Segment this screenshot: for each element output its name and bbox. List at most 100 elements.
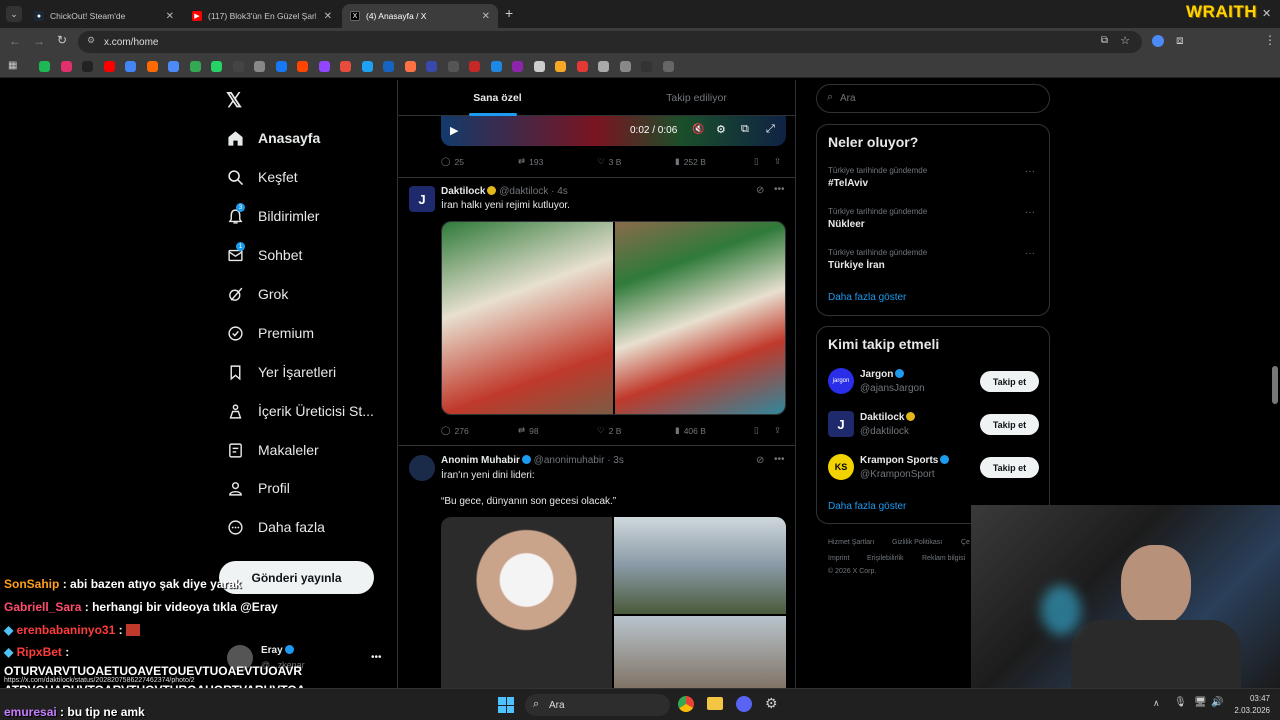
bookmark-star-icon[interactable]: ☆: [1120, 34, 1130, 47]
bookmark-favicon-icon[interactable]: [39, 61, 50, 72]
bookmark-favicon-icon[interactable]: [189, 61, 201, 72]
nav-notifications[interactable]: 3 Bildirimler: [226, 203, 319, 229]
nav-grok[interactable]: Grok: [226, 281, 288, 307]
network-icon[interactable]: 🖥: [1194, 697, 1207, 708]
bookmark-favicon-icon[interactable]: [232, 61, 244, 72]
nav-creator-studio[interactable]: İçerik Üreticisi St...: [226, 398, 374, 424]
reload-icon[interactable]: ↻: [57, 33, 67, 47]
suggestion-name[interactable]: Daktilock: [860, 412, 916, 423]
post-photo[interactable]: [442, 222, 613, 414]
bookmark-favicon-icon[interactable]: [426, 61, 437, 72]
post-button[interactable]: Gönderi yayınla: [219, 561, 374, 594]
trend-more-icon[interactable]: ···: [1025, 248, 1035, 259]
bookmark-favicon-icon[interactable]: [533, 61, 545, 72]
bookmark-favicon-icon[interactable]: [469, 61, 480, 72]
bookmark-favicon-icon[interactable]: [297, 61, 308, 72]
bookmark-favicon-icon[interactable]: [146, 61, 158, 72]
bookmark-favicon-icon[interactable]: [512, 61, 523, 72]
trend-item[interactable]: Türkiye İran: [828, 260, 885, 271]
footer-link[interactable]: Çe: [961, 539, 970, 546]
suggestion-avatar[interactable]: J: [828, 411, 854, 437]
footer-link[interactable]: Hizmet Şartları: [828, 539, 874, 546]
bookmark-favicon-icon[interactable]: [447, 61, 459, 72]
post-photo[interactable]: [614, 616, 786, 688]
post-media[interactable]: [441, 517, 786, 688]
mute-icon[interactable]: 🔇: [692, 124, 704, 135]
nav-explore[interactable]: Keşfet: [226, 164, 298, 190]
bookmark-favicon-icon[interactable]: [125, 61, 136, 72]
share-icon[interactable]: ⇪: [774, 156, 781, 167]
grok-post-icon[interactable]: ⊘: [756, 185, 764, 196]
footer-link[interactable]: Imprint: [828, 555, 849, 562]
post-more-icon[interactable]: •••: [774, 454, 785, 465]
grok-post-icon[interactable]: ⊘: [756, 455, 764, 466]
nav-premium[interactable]: Premium: [226, 320, 314, 346]
bookmark-post-icon[interactable]: ▯: [754, 425, 759, 436]
clock-date[interactable]: 2.03.2026: [1226, 706, 1270, 715]
post-avatar[interactable]: J: [409, 186, 435, 212]
site-info-icon[interactable]: ⚙: [87, 35, 95, 46]
bookmark-favicon-icon[interactable]: [168, 61, 179, 72]
post-media[interactable]: [441, 221, 786, 415]
extensions-puzzle-icon[interactable]: ⧈: [1176, 33, 1184, 48]
like-button[interactable]: ♡ 3 B: [597, 156, 621, 167]
bookmark-favicon-icon[interactable]: [555, 61, 566, 72]
tray-chevron-icon[interactable]: ∧: [1153, 698, 1160, 709]
trend-more-icon[interactable]: ···: [1025, 207, 1035, 218]
chrome-icon[interactable]: [678, 696, 694, 712]
video-player[interactable]: ▶ 0:02 / 0:06 🔇 ⚙ ⧉ ⤢: [441, 116, 786, 146]
bookmark-post-icon[interactable]: ▯: [754, 156, 759, 167]
bookmark-favicon-icon[interactable]: [103, 61, 115, 72]
forward-icon[interactable]: →: [33, 34, 45, 48]
repost-button[interactable]: ⇄ 98: [518, 425, 539, 436]
footer-link[interactable]: Erişilebilirlik: [867, 555, 904, 562]
bookmark-favicon-icon[interactable]: [254, 61, 265, 72]
follow-button[interactable]: Takip et: [980, 457, 1039, 478]
nav-articles[interactable]: Makaleler: [226, 437, 319, 463]
post-more-icon[interactable]: •••: [774, 184, 785, 195]
bookmark-favicon-icon[interactable]: [82, 61, 93, 72]
play-icon[interactable]: ▶: [450, 124, 458, 137]
tab-search-button[interactable]: ⌄: [6, 6, 22, 22]
new-tab-icon[interactable]: +: [505, 5, 513, 21]
back-icon[interactable]: ←: [9, 34, 21, 48]
follow-button[interactable]: Takip et: [980, 371, 1039, 392]
who-to-follow-show-more[interactable]: Daha fazla göster: [828, 501, 906, 512]
nav-chat[interactable]: 1 Sohbet: [226, 242, 302, 268]
volume-icon[interactable]: 🔊: [1211, 697, 1223, 708]
reply-button[interactable]: ◯ 25: [441, 156, 464, 167]
bookmark-favicon-icon[interactable]: [318, 61, 330, 72]
footer-link[interactable]: Gizlilik Politikası: [892, 539, 942, 546]
views-button[interactable]: ▮ 406 B: [675, 425, 706, 436]
microphone-icon[interactable]: 🎙: [1174, 697, 1187, 708]
footer-link[interactable]: Reklam bilgisi: [922, 555, 965, 562]
bookmark-favicon-icon[interactable]: [383, 61, 394, 72]
clock-time[interactable]: 03:47: [1236, 694, 1270, 703]
nav-profile[interactable]: Profil: [226, 475, 290, 501]
page-scrollbar[interactable]: [1272, 366, 1278, 404]
post-photo[interactable]: [614, 517, 786, 614]
browser-tab-x[interactable]: X (4) Anasayfa / X ✕: [342, 4, 498, 28]
bookmark-favicon-icon[interactable]: [598, 61, 609, 72]
reply-button[interactable]: ◯ 276: [441, 425, 469, 436]
bookmark-favicon-icon[interactable]: [275, 61, 287, 72]
browser-tab-youtube[interactable]: ▶ (117) Blok3'ün En Güzel Şarkıları ✕: [184, 4, 340, 28]
file-explorer-icon[interactable]: [707, 697, 723, 710]
post-photo[interactable]: [441, 517, 612, 688]
like-button[interactable]: ♡ 2 B: [597, 425, 621, 436]
suggestion-avatar[interactable]: jargon: [828, 368, 854, 394]
post-photo[interactable]: [615, 222, 785, 414]
apps-grid-icon[interactable]: ▦: [8, 60, 17, 71]
trend-more-icon[interactable]: ···: [1025, 166, 1035, 177]
follow-button[interactable]: Takip et: [980, 414, 1039, 435]
fullscreen-icon[interactable]: ⤢: [766, 123, 775, 136]
suggestion-avatar[interactable]: KS: [828, 454, 854, 480]
bookmark-favicon-icon[interactable]: [404, 61, 416, 72]
bookmark-favicon-icon[interactable]: [662, 61, 674, 72]
close-tab-icon[interactable]: ✕: [166, 11, 174, 22]
bookmark-favicon-icon[interactable]: [340, 61, 351, 72]
suggestion-name[interactable]: Krampon Sports: [860, 455, 950, 466]
nav-more[interactable]: Daha fazla: [226, 514, 325, 540]
trends-show-more[interactable]: Daha fazla göster: [828, 292, 906, 303]
sidebar-search-input[interactable]: ⌕ Ara: [816, 84, 1050, 113]
